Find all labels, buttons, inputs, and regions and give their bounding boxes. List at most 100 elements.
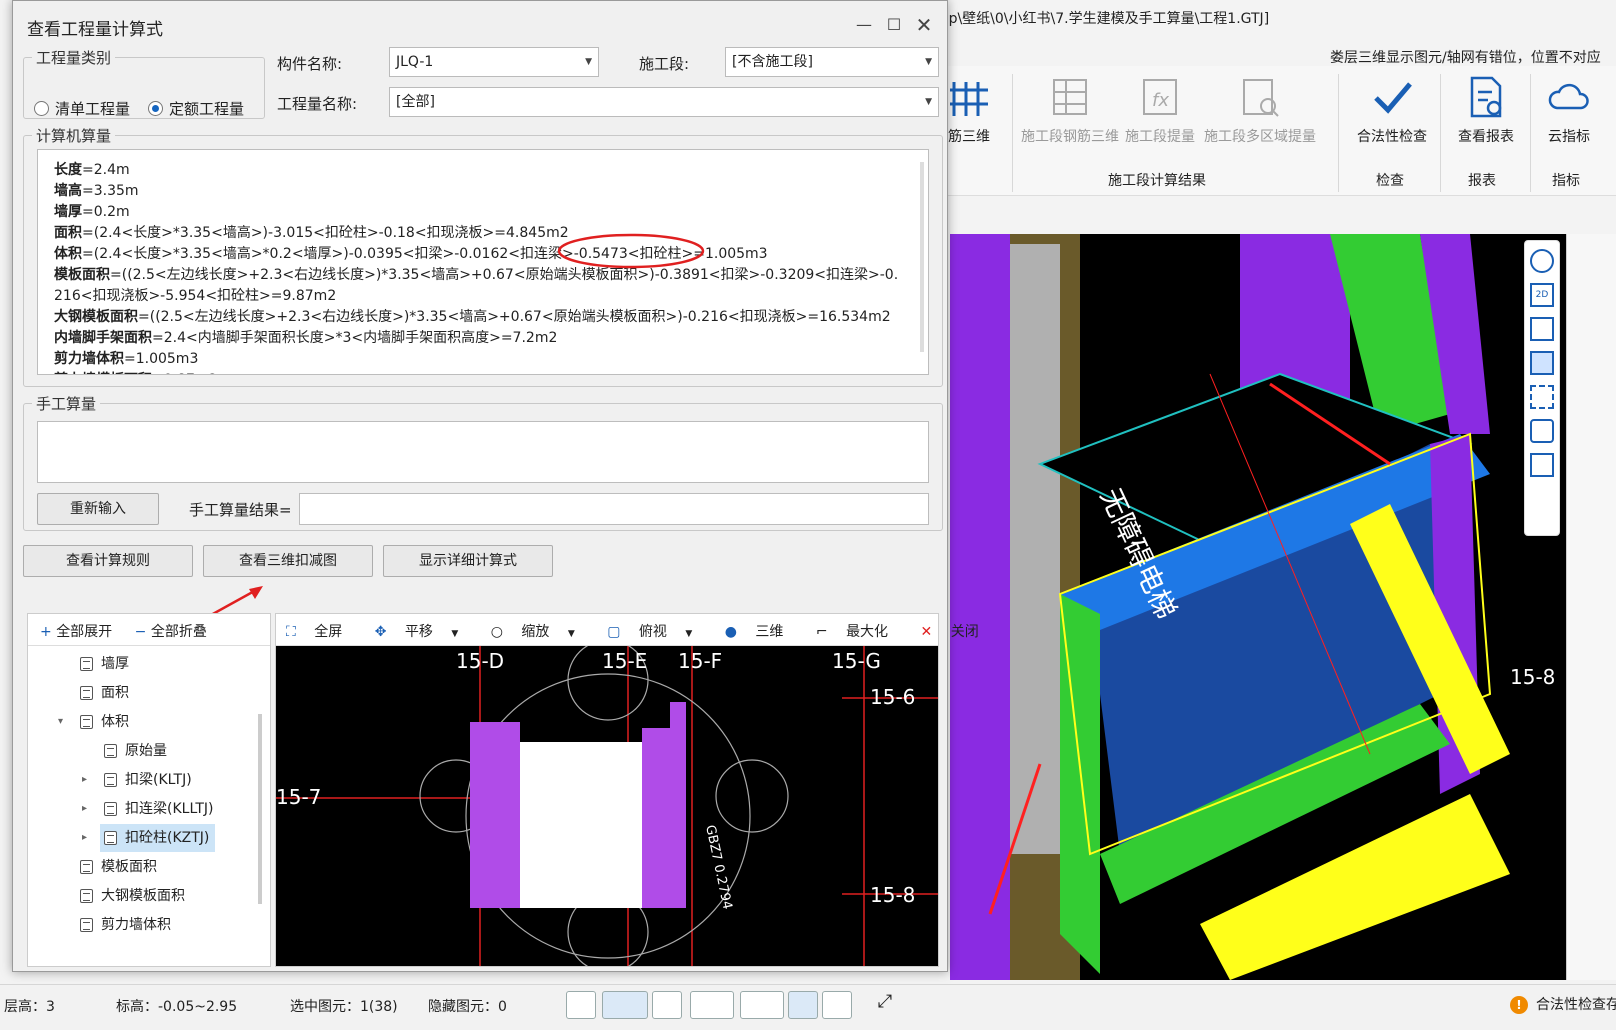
close-view-button[interactable]: ✕ 关闭 (921, 624, 993, 640)
maximize-view-button[interactable]: ⌐ 最大化 (816, 624, 902, 640)
tree-node-label: 原始量 (125, 743, 167, 759)
construction-segment-select[interactable]: [不含施工段] ▼ (725, 47, 939, 77)
axis-label-15-7: 15-7 (276, 785, 321, 809)
cross-toggle-icon[interactable] (652, 991, 682, 1019)
segment-rebar-3d-button[interactable]: 施工段钢筋三维 (1020, 66, 1120, 146)
chevron-right-icon[interactable]: ▸ (82, 795, 87, 823)
tree-node[interactable]: 大钢模板面积 (76, 882, 191, 910)
curve-tool-icon[interactable] (822, 991, 852, 1019)
fit-view-icon[interactable] (1530, 385, 1554, 409)
close-view-label: 关闭 (950, 624, 979, 640)
deduction-canvas[interactable]: 15-D 15-E 15-F 15-G 15-7 15-6 15-8 GBZ7 … (276, 646, 938, 966)
expand-icon[interactable]: ⤢ (870, 991, 900, 1019)
calc-line: 大钢模板面积=((2.5<左边线长度>+2.3<右边线长度>)*3.35<墙高>… (54, 307, 914, 328)
3d-viewport[interactable]: 无障碍电梯 15-8 (950, 234, 1566, 980)
collapse-all-button[interactable]: 全部折叠 (151, 624, 207, 640)
chevron-right-icon[interactable]: ▸ (82, 824, 87, 852)
calc-line: 面积=(2.4<长度>*3.35<墙高>)-3.015<扣砼柱>-0.18<扣现… (54, 223, 914, 244)
zoom-button[interactable]: ○ 缩放 ▼ (491, 624, 589, 640)
calc-formula-text[interactable]: 长度=2.4m 墙高=3.35m 墙厚=0.2m 面积=(2.4<长度>*3.35<墙… (37, 149, 929, 375)
calc-line: 剪力墙体积=1.005m3 (54, 349, 914, 370)
view-report-button[interactable]: 查看报表 (1444, 66, 1528, 146)
chevron-right-icon[interactable]: ▸ (82, 766, 87, 794)
tree-node-label: 大钢模板面积 (101, 888, 185, 904)
top-view-icon: ▢ (607, 624, 625, 640)
fullscreen-button[interactable]: ⛶ 全屏 (286, 624, 356, 640)
radio-checked-icon (148, 101, 163, 116)
sphere-icon: ● (724, 624, 742, 640)
radio-bill-quantity[interactable]: 清单工程量 (34, 98, 130, 119)
radio-circle-icon (34, 101, 49, 116)
tree-node[interactable]: ▸ 扣梁(KLTJ) (82, 766, 198, 794)
quantity-name-label: 工程量名称: (277, 95, 358, 113)
legality-check-button[interactable]: 合法性检查 (1342, 66, 1442, 146)
view-3d-deduction-button[interactable]: 查看三维扣减图 (203, 545, 373, 577)
three-d-button[interactable]: ● 三维 (725, 624, 798, 640)
segment-quantity-button[interactable]: fx 施工段提量 (1120, 66, 1200, 146)
snap-toggle-icon[interactable] (602, 991, 648, 1019)
checkmark-icon (1370, 74, 1414, 120)
cube-icon[interactable] (1530, 317, 1554, 341)
tree-node[interactable]: ▾ 体积 (58, 708, 135, 736)
rebar-3d-button[interactable]: 钢筋三维 (934, 66, 1000, 146)
rebar-3d-icon (948, 74, 992, 120)
ortho-toggle-icon[interactable] (566, 991, 596, 1019)
orbit-icon[interactable] (1530, 249, 1554, 273)
minimize-icon[interactable]: — (849, 11, 879, 39)
2d-icon[interactable]: 2D (1530, 283, 1554, 307)
calc-line: 长度=2.4m (54, 160, 914, 181)
insert-point-icon[interactable] (740, 991, 784, 1019)
maximize-icon[interactable]: ☐ (879, 11, 909, 39)
pan-label: 平移 (404, 624, 433, 640)
angle-toggle-icon[interactable] (690, 991, 734, 1019)
component-name-select[interactable]: JLQ-1 ▼ (389, 47, 599, 77)
legal-check-status[interactable]: 合法性检查存 (1536, 994, 1616, 1014)
warning-icon: ! (1510, 996, 1528, 1014)
quantity-name-select[interactable]: [全部] ▼ (389, 87, 939, 117)
tree-node[interactable]: 面积 (76, 679, 135, 707)
view-calc-rules-button[interactable]: 查看计算规则 (23, 545, 193, 577)
calc-line-value: 216<扣现浇板>-5.954<扣砼柱>=9.87m2 (54, 288, 337, 304)
list-node-icon (104, 831, 117, 845)
calc-line-key: 体积 (54, 246, 82, 262)
calc-line: 216<扣现浇板>-5.954<扣砼柱>=9.87m2 (54, 286, 914, 307)
chevron-down-icon[interactable]: ▾ (58, 708, 63, 736)
segment-multi-region-button[interactable]: 施工段多区域提量 (1200, 66, 1320, 146)
manual-result-field[interactable] (299, 493, 929, 525)
reinput-button[interactable]: 重新输入 (37, 493, 159, 525)
tree-node[interactable]: 模板面积 (76, 853, 163, 881)
top-view-button[interactable]: ▢ 俯视 ▼ (607, 624, 706, 640)
show-detail-formula-button[interactable]: 显示详细计算式 (383, 545, 553, 577)
close-view-icon: ✕ (920, 624, 937, 640)
radio-quota-quantity[interactable]: 定额工程量 (148, 98, 244, 119)
box-select-icon[interactable] (1530, 419, 1554, 443)
report-icon (1464, 74, 1508, 120)
group-segment-results: 施工段计算结果 (1108, 173, 1206, 189)
quantity-type-group: 工程量类别 清单工程量 定额工程量 (23, 47, 265, 119)
tree-node[interactable]: 剪力墙体积 (76, 911, 177, 939)
tree-node-label: 剪力墙体积 (101, 917, 171, 933)
axis-label-15-e: 15-E (602, 649, 647, 673)
dynamic-input-icon[interactable] (788, 991, 818, 1019)
scrollbar[interactable] (920, 162, 924, 352)
pan-button[interactable]: ✥ 平移 ▼ (375, 624, 473, 640)
axis-label-15-d: 15-D (456, 649, 504, 673)
calc-line-key: 大钢模板面积 (54, 309, 138, 325)
tree-node[interactable]: ▸ 扣砼柱(KZTJ) (82, 824, 216, 852)
tree-scrollbar[interactable] (258, 714, 262, 904)
expand-all-button[interactable]: 全部展开 (56, 624, 112, 640)
list-node-icon (80, 918, 93, 932)
list-node-icon (80, 715, 93, 729)
close-icon[interactable]: ✕ (909, 11, 939, 39)
cloud-icon (1547, 74, 1591, 120)
list-view-icon[interactable] (1530, 453, 1554, 477)
cloud-index-button[interactable]: 云指标 (1534, 66, 1604, 146)
tree-node[interactable]: ▸ 扣连梁(KLLTJ) (82, 795, 219, 823)
tree-node[interactable]: 原始量 (100, 737, 173, 765)
legality-check-label: 合法性检查 (1357, 129, 1427, 145)
expand-all-icon: + (40, 624, 52, 640)
tree-node[interactable]: 墙厚 (76, 650, 135, 678)
manual-calc-input[interactable] (37, 421, 929, 483)
solid-cube-icon[interactable] (1530, 351, 1554, 375)
group-check: 检查 (1376, 173, 1404, 189)
